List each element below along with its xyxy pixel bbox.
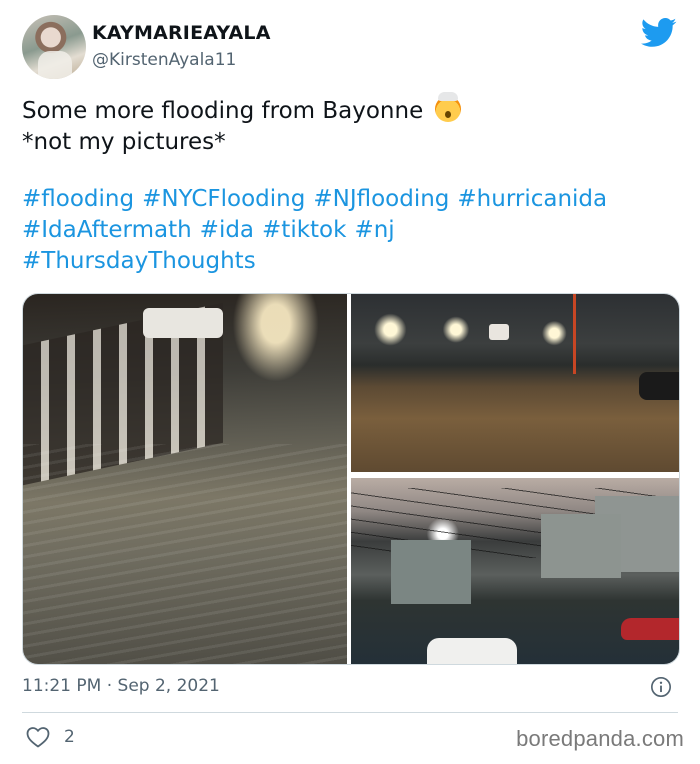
hashtag-link[interactable]: #flooding: [22, 186, 134, 212]
like-count: 2: [64, 727, 75, 747]
avatar[interactable]: [22, 15, 86, 79]
hashtag-link[interactable]: #IdaAftermath: [22, 217, 192, 243]
divider: [22, 712, 678, 713]
photo-water: [23, 444, 347, 664]
hashtag-link[interactable]: #hurricanida: [457, 186, 607, 212]
display-name[interactable]: KAYMARIEAYALA: [92, 22, 271, 44]
watermark: boredpanda.com: [516, 726, 684, 751]
flood-photo-houses[interactable]: [351, 478, 679, 664]
photo-white-car: [427, 638, 517, 664]
tweet-text-line-2: *not my pictures*: [22, 129, 226, 155]
tweet-text-content: Some more flooding from Bayonne: [22, 98, 424, 124]
photo-red-car: [621, 618, 679, 640]
like-button[interactable]: 2: [26, 726, 75, 748]
exploding-head-emoji-icon: [434, 92, 461, 122]
tweet-text-line-1: Some more flooding from Bayonne: [22, 92, 682, 127]
photo-car: [639, 372, 679, 400]
hashtag-link[interactable]: #NJflooding: [313, 186, 449, 212]
hashtag-line: #flooding #NYCFlooding #NJflooding #hurrica…: [22, 184, 682, 215]
media-grid: [22, 293, 680, 665]
tweet-text: Some more flooding from Bayonne *not my …: [22, 92, 682, 158]
photo-pole: [573, 294, 576, 374]
info-icon[interactable]: [650, 676, 672, 698]
flood-photo-parking-lot[interactable]: [351, 294, 679, 472]
hashtag-link[interactable]: #tiktok: [262, 217, 346, 243]
hashtag-line: #IdaAftermath #ida #tiktok #nj: [22, 215, 682, 246]
hashtag-link[interactable]: #nj: [354, 217, 394, 243]
hashtag-link[interactable]: #ida: [200, 217, 254, 243]
hashtag-link[interactable]: #ThursdayThoughts: [22, 248, 256, 274]
hashtag-list: #flooding #NYCFlooding #NJflooding #hurrica…: [22, 184, 682, 277]
heart-icon[interactable]: [26, 726, 50, 748]
photo-truck: [143, 308, 223, 338]
flood-photo-street[interactable]: [23, 294, 347, 664]
tweet-timestamp[interactable]: 11:21 PM · Sep 2, 2021: [22, 676, 220, 696]
photo-sign: [489, 324, 509, 340]
twitter-bird-icon[interactable]: [641, 18, 677, 48]
hashtag-line: #ThursdayThoughts: [22, 246, 682, 277]
photo-houses: [391, 540, 471, 604]
user-handle[interactable]: @KirstenAyala11: [92, 50, 236, 70]
hashtag-link[interactable]: #NYCFlooding: [142, 186, 305, 212]
